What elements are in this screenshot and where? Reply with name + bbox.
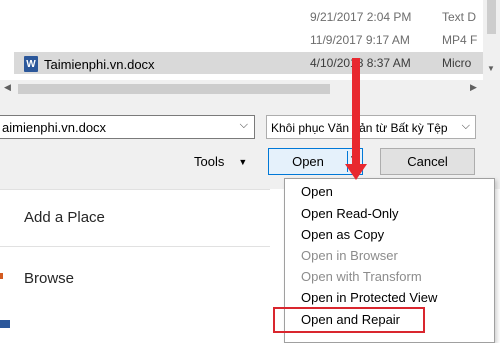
file-type: Micro [442,56,472,70]
vertical-scrollbar[interactable]: ▼ [483,0,500,80]
menu-item-open-in-browser: Open in Browser [301,248,398,263]
open-dialog-footer: aimienphi.vn.docx ⌵ Khôi phục Văn bản từ… [0,97,500,189]
file-date: 11/9/2017 9:17 AM [310,33,410,47]
scroll-down-icon[interactable]: ▼ [487,64,495,73]
browse-folder-icon [0,273,3,279]
scroll-right-icon[interactable]: ▶ [470,82,477,93]
add-place-item[interactable]: Add a Place [24,209,105,226]
filename-combobox[interactable]: aimienphi.vn.docx ⌵ [0,115,255,139]
chevron-down-icon[interactable]: ⌵ [459,120,470,133]
file-date: 9/21/2017 2:04 PM [310,10,412,24]
file-row[interactable]: 11/9/2017 9:17 AM MP4 F [14,29,500,51]
filetype-select[interactable]: Khôi phục Văn bản từ Bất kỳ Tệp ⌵ [266,115,476,139]
divider [0,246,270,247]
browse-item[interactable]: Browse [24,270,74,287]
annotation-arrow [352,58,360,168]
cancel-button[interactable]: Cancel [380,148,475,175]
chevron-down-icon[interactable]: ⌵ [240,119,248,132]
file-date: 4/10/2018 8:37 AM [310,56,411,70]
file-row[interactable]: 9/21/2017 2:04 PM Text D [14,6,500,28]
file-name-cell: W Taimienphi.vn.docx [24,56,155,72]
tools-button[interactable]: Tools ▼ [194,154,247,169]
divider [0,189,270,190]
app-icon-fragment [0,320,10,328]
menu-item-open[interactable]: Open [301,184,333,199]
tools-label: Tools [194,154,225,169]
file-list: 9/21/2017 2:04 PM Text D 11/9/2017 9:17 … [0,0,500,80]
scrollbar-thumb[interactable] [487,0,496,34]
file-type: MP4 F [442,33,478,47]
annotation-arrow-head [345,164,367,180]
filename-value: aimienphi.vn.docx [2,120,107,135]
scrollbar-thumb[interactable] [18,84,330,94]
scroll-left-icon[interactable]: ◀ [4,82,11,93]
menu-item-open-as-copy[interactable]: Open as Copy [301,227,384,242]
open-button-label[interactable]: Open [269,149,347,174]
menu-item-open-protected-view[interactable]: Open in Protected View [301,290,437,305]
word-doc-icon: W [24,56,38,72]
menu-item-open-read-only[interactable]: Open Read-Only [301,206,399,221]
file-row-selected[interactable]: W Taimienphi.vn.docx 4/10/2018 8:37 AM M… [14,52,500,74]
menu-item-open-with-transform: Open with Transform [301,269,422,284]
horizontal-scrollbar[interactable]: ◀ ▶ [0,80,500,97]
file-type: Text D [442,10,477,24]
caret-down-icon: ▼ [238,156,248,167]
open-and-repair-highlight [273,307,425,333]
file-name: Taimienphi.vn.docx [44,56,155,72]
